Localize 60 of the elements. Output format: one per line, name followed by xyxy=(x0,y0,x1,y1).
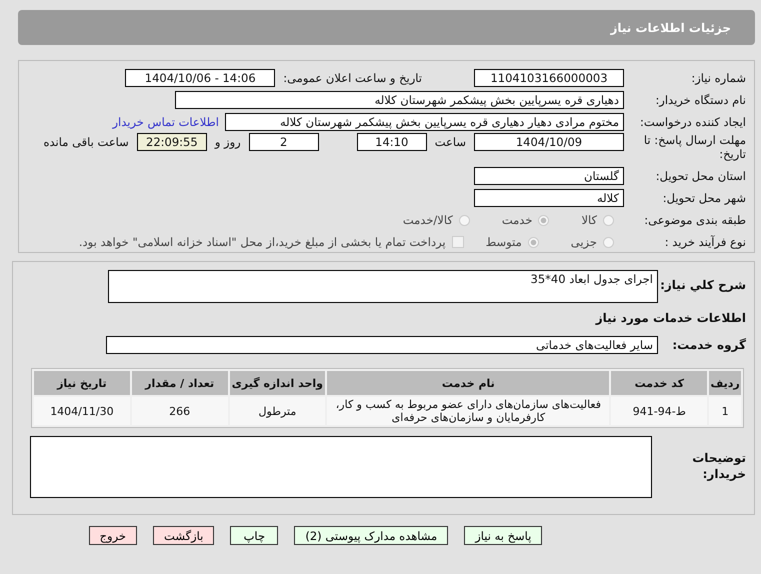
field-label: شهر محل تحویل: xyxy=(662,191,747,205)
column-header: تعداد / مقدار xyxy=(132,371,228,395)
action-button[interactable]: مشاهده مدارک پیوستی (2) xyxy=(294,526,448,545)
field-label: گروه خدمت: xyxy=(671,338,747,352)
radio-label: کالا xyxy=(581,213,597,227)
action-button[interactable]: بازگشت xyxy=(153,526,214,545)
service-group-field[interactable]: سایر فعالیت‌های خدماتی xyxy=(106,336,658,354)
remaining-time-field[interactable]: 22:09:55 xyxy=(136,133,207,151)
radio-label: جزیی xyxy=(570,235,597,249)
field-label: توضیحات خریدار: xyxy=(691,450,747,482)
deadline-date-field[interactable]: 1404/10/09 xyxy=(474,133,624,151)
column-header: تاریخ نیاز xyxy=(34,371,130,395)
column-header: ردیف xyxy=(709,371,741,395)
checkbox-label: پرداخت تمام یا بخشی از مبلغ خرید،از محل "اسناد خزانه اسلامی" خواهد بود. xyxy=(78,235,446,249)
page-title: جزئیات اطلاعات نیاز xyxy=(610,20,731,34)
action-button[interactable]: پاسخ به نیاز xyxy=(464,526,542,545)
checkbox[interactable] xyxy=(452,236,464,248)
field-label: مهلت ارسال پاسخ: تا تاریخ: xyxy=(642,133,747,161)
field-label: تاریخ و ساعت اعلان عمومی: xyxy=(283,71,422,85)
column-header: واحد اندازه گیری xyxy=(230,371,326,395)
table-cell: 1404/11/30 xyxy=(34,397,130,425)
city-field[interactable]: کلاله xyxy=(474,189,624,207)
radio-button[interactable] xyxy=(603,236,614,248)
radio-label: خدمت xyxy=(502,213,532,227)
contact-link[interactable]: اطلاعات تماس خریدار xyxy=(112,115,219,129)
buyer-notes-field[interactable] xyxy=(30,436,652,498)
field-label: نوع فرآیند خرید : xyxy=(664,235,747,249)
radio-label: کالا/خدمت xyxy=(402,213,453,227)
description-field[interactable]: اجرای جدول ابعاد 40*35 xyxy=(108,270,658,303)
table-cell: ط-94-941 xyxy=(611,397,708,425)
field-label: طبقه بندی موضوعی: xyxy=(643,213,747,227)
radio-button[interactable] xyxy=(528,236,539,248)
table-cell: مترطول xyxy=(230,397,326,425)
field-label: شرح کلي نياز: xyxy=(659,277,747,292)
buyer-name-field[interactable]: دهیاری قره یسرپایین بخش پیشکمر شهرستان کلاله xyxy=(175,91,624,109)
time-label: ساعت xyxy=(434,134,466,151)
radio-button[interactable] xyxy=(538,214,550,226)
column-header: کد خدمت xyxy=(611,371,708,395)
table-cell: 266 xyxy=(132,397,228,425)
action-button[interactable]: چاپ xyxy=(230,526,278,545)
remaining-label: ساعت باقی مانده xyxy=(44,134,129,151)
table-cell: فعالیت‌های سازمان‌های دارای عضو مربوط به کسب و کار، کارفرمایان و سازمان‌های حرفه‌ای xyxy=(327,397,610,425)
days-field[interactable]: 2 xyxy=(248,133,319,151)
field-label: شماره نیاز: xyxy=(690,71,747,85)
action-button[interactable]: خروج xyxy=(88,526,138,545)
field-label: نام دستگاه خریدار: xyxy=(654,93,747,107)
days-label: روز و xyxy=(214,134,241,151)
field-label: ایجاد کننده درخواست: xyxy=(639,115,747,129)
section-title: اطلاعات خدمات مورد نیاز xyxy=(596,311,747,325)
radio-button[interactable] xyxy=(603,214,614,226)
column-header: نام خدمت xyxy=(327,371,610,395)
province-field[interactable]: گلستان xyxy=(474,167,624,185)
deadline-time-field[interactable]: 14:10 xyxy=(356,133,427,151)
creator-field[interactable]: مختوم مرادی دهیار دهیاری قره یسرپایین بخش پیشکمر شهرستان کلاله xyxy=(225,113,624,131)
field-label: استان محل تحویل: xyxy=(654,169,747,183)
announce-date-field[interactable]: 1404/10/06 - 14:06 xyxy=(125,69,276,87)
table-cell: 1 xyxy=(709,397,741,425)
need-number-field[interactable]: 1104103166000003 xyxy=(474,69,624,87)
radio-label: متوسط xyxy=(486,235,522,249)
radio-button[interactable] xyxy=(458,214,470,226)
